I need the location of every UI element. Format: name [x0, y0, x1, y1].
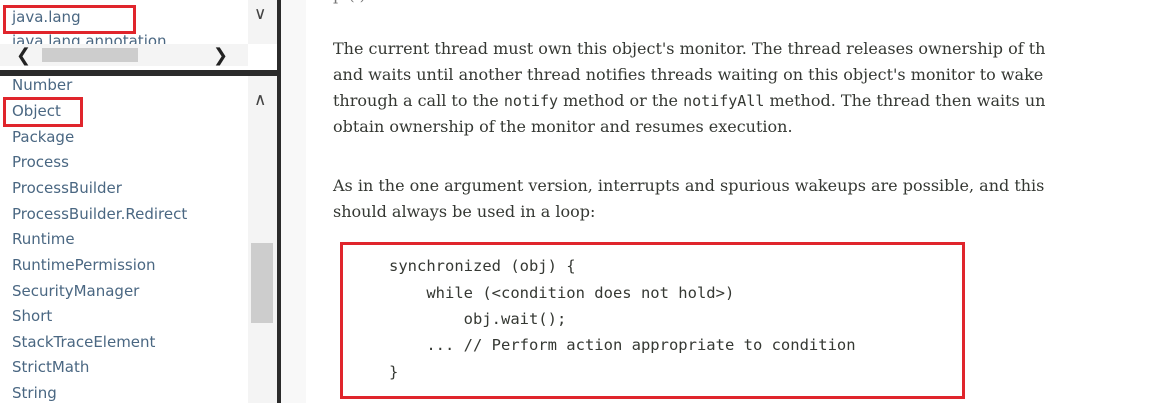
scrollbar-thumb[interactable] [42, 48, 138, 62]
code-line: } [389, 363, 399, 381]
class-item-strictmath[interactable]: StrictMath [12, 356, 89, 378]
text-span: method or the [558, 91, 684, 110]
code-line: while (<condition does not hold>) [389, 284, 735, 302]
chevron-up-icon[interactable]: ∧ [254, 90, 266, 110]
class-item-string[interactable]: String [12, 382, 57, 403]
class-list: Number Object Package Process ProcessBui… [0, 76, 248, 403]
chevron-left-icon[interactable]: ❮ [16, 45, 31, 66]
class-item-runtimepermission[interactable]: RuntimePermission [12, 254, 156, 276]
text-line: The current thread must own this object'… [333, 39, 1046, 58]
selection-highlight-box [3, 97, 83, 127]
text-line: As in the one argument version, interrup… [333, 176, 1045, 195]
text-line: and waits until another thread notifies … [333, 65, 1044, 84]
paragraph-monitor: The current thread must own this object'… [333, 36, 1045, 140]
code-line: obj.wait(); [389, 310, 567, 328]
class-item-short[interactable]: Short [12, 305, 52, 327]
text-span: through a call to the [333, 91, 504, 110]
code-line: ... // Perform action appropriate to con… [389, 336, 856, 354]
code-notify: notify [503, 92, 559, 110]
package-list: java.lang java.lang.annotation [0, 0, 248, 44]
class-item-runtime[interactable]: Runtime [12, 228, 75, 250]
package-list-pane: java.lang java.lang.annotation ∨ ❮ ❯ [0, 0, 277, 70]
class-item-package[interactable]: Package [12, 126, 74, 148]
text-line: should always be used in a loop: [333, 202, 596, 221]
class-item-stacktraceelement[interactable]: StackTraceElement [12, 331, 155, 353]
code-notifyall: notifyAll [683, 92, 765, 110]
class-item-number[interactable]: Number [12, 76, 72, 96]
text-line: obtain ownership of the monitor and resu… [333, 117, 793, 136]
chevron-right-icon[interactable]: ❯ [213, 45, 228, 66]
code-example-box: synchronized (obj) { while (<condition d… [340, 242, 965, 399]
selection-highlight-box [3, 5, 136, 34]
class-item-securitymanager[interactable]: SecurityManager [12, 280, 139, 302]
class-item-process[interactable]: Process [12, 151, 69, 173]
scrollbar-corner [248, 44, 277, 70]
class-item-processbuilder[interactable]: ProcessBuilder [12, 177, 122, 199]
class-vertical-scrollbar[interactable]: ∧ [248, 76, 277, 403]
chevron-down-icon[interactable]: ∨ [254, 4, 266, 24]
paragraph-loop: As in the one argument version, interrup… [333, 173, 1044, 225]
class-list-pane: Number Object Package Process ProcessBui… [0, 76, 277, 403]
text-span: method. The thread then waits un [764, 91, 1046, 110]
code-line: synchronized (obj) { [389, 257, 576, 275]
package-vertical-scrollbar[interactable]: ∨ [248, 0, 277, 44]
text-line: through a call to the notify method or t… [333, 88, 1045, 114]
cut-off-line: p ( ) [333, 0, 366, 8]
package-horizontal-scrollbar[interactable]: ❮ ❯ [0, 44, 248, 66]
scrollbar-thumb[interactable] [251, 243, 273, 323]
class-item-processbuilder-redirect[interactable]: ProcessBuilder.Redirect [12, 203, 187, 225]
